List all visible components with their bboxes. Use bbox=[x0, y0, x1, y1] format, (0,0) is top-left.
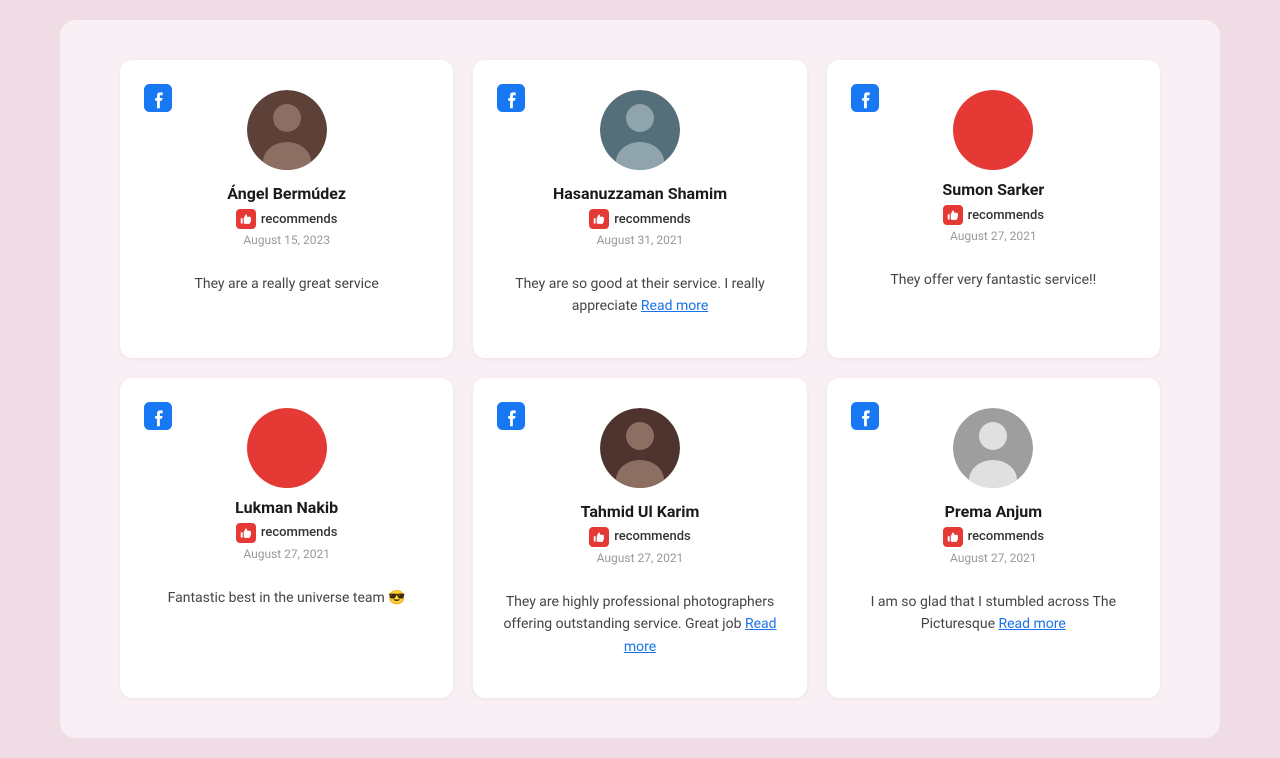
avatar-wrapper bbox=[953, 408, 1033, 492]
recommends-text: recommends bbox=[261, 212, 337, 227]
recommends-text: recommends bbox=[614, 212, 690, 227]
recommends-icon bbox=[589, 527, 609, 547]
card-top: Prema Anjum recommends August 27, 2021 bbox=[851, 408, 1136, 579]
user-name: Sumon Sarker bbox=[942, 180, 1044, 199]
card-top: Lukman Nakib recommends August 27, 2021 bbox=[144, 408, 429, 575]
facebook-icon-wrapper bbox=[851, 402, 879, 434]
card-top: Sumon Sarker recommends August 27, 2021 bbox=[851, 90, 1136, 257]
recommends-icon bbox=[589, 209, 609, 229]
avatar-wrapper bbox=[247, 90, 327, 174]
avatar-wrapper bbox=[600, 90, 680, 174]
review-body: I am so glad that I stumbled across The … bbox=[851, 591, 1136, 636]
facebook-icon-wrapper bbox=[144, 84, 172, 116]
recommends-row: recommends bbox=[236, 209, 337, 229]
review-body: They offer very fantastic service!! bbox=[890, 269, 1096, 291]
user-name: Ángel Bermúdez bbox=[227, 184, 346, 203]
review-date: August 27, 2021 bbox=[950, 551, 1037, 565]
facebook-icon-wrapper bbox=[144, 402, 172, 434]
reviews-container: Ángel Bermúdez recommends August 15, 202… bbox=[60, 20, 1220, 738]
recommends-text: recommends bbox=[968, 529, 1044, 544]
review-card-prema: Prema Anjum recommends August 27, 2021 I… bbox=[827, 378, 1160, 698]
review-body: They are so good at their service. I rea… bbox=[497, 273, 782, 318]
review-text: They offer very fantastic service!! bbox=[890, 272, 1096, 288]
review-card-angel: Ángel Bermúdez recommends August 15, 202… bbox=[120, 60, 453, 358]
read-more-link[interactable]: Read more bbox=[999, 616, 1066, 632]
recommends-text: recommends bbox=[614, 529, 690, 544]
facebook-icon-wrapper bbox=[851, 84, 879, 116]
review-date: August 15, 2023 bbox=[243, 233, 330, 247]
review-date: August 27, 2021 bbox=[243, 547, 330, 561]
reviews-grid: Ángel Bermúdez recommends August 15, 202… bbox=[120, 60, 1160, 698]
read-more-link[interactable]: Read more bbox=[641, 298, 708, 314]
avatar bbox=[600, 408, 680, 488]
user-name: Lukman Nakib bbox=[235, 498, 338, 517]
facebook-icon-wrapper bbox=[497, 402, 525, 434]
recommends-row: recommends bbox=[589, 209, 690, 229]
review-body: They are highly professional photographe… bbox=[497, 591, 782, 658]
review-card-hasanuzzaman: Hasanuzzaman Shamim recommends August 31… bbox=[473, 60, 806, 358]
recommends-row: recommends bbox=[943, 527, 1044, 547]
recommends-icon bbox=[236, 523, 256, 543]
review-body: Fantastic best in the universe team 😎 bbox=[168, 587, 406, 609]
avatar-wrapper bbox=[953, 90, 1033, 170]
review-text: They are highly professional photographe… bbox=[503, 594, 774, 632]
recommends-text: recommends bbox=[968, 208, 1044, 223]
avatar-wrapper bbox=[247, 408, 327, 488]
card-top: Ángel Bermúdez recommends August 15, 202… bbox=[144, 90, 429, 261]
review-date: August 27, 2021 bbox=[597, 551, 684, 565]
review-text: I am so glad that I stumbled across The … bbox=[871, 594, 1116, 632]
user-name: Hasanuzzaman Shamim bbox=[553, 184, 727, 203]
avatar bbox=[247, 90, 327, 170]
card-top: Tahmid Ul Karim recommends August 27, 20… bbox=[497, 408, 782, 579]
recommends-icon bbox=[943, 527, 963, 547]
avatar-wrapper bbox=[600, 408, 680, 492]
avatar bbox=[600, 90, 680, 170]
review-text: Fantastic best in the universe team 😎 bbox=[168, 590, 406, 606]
user-name: Prema Anjum bbox=[945, 502, 1043, 521]
review-date: August 31, 2021 bbox=[597, 233, 684, 247]
recommends-row: recommends bbox=[589, 527, 690, 547]
recommends-icon bbox=[236, 209, 256, 229]
review-text: They are a really great service bbox=[195, 276, 379, 292]
avatar bbox=[247, 408, 327, 488]
recommends-row: recommends bbox=[943, 205, 1044, 225]
recommends-icon bbox=[943, 205, 963, 225]
avatar bbox=[953, 90, 1033, 170]
user-name: Tahmid Ul Karim bbox=[581, 502, 700, 521]
avatar bbox=[953, 408, 1033, 488]
review-card-tahmid: Tahmid Ul Karim recommends August 27, 20… bbox=[473, 378, 806, 698]
review-body: They are a really great service bbox=[195, 273, 379, 295]
facebook-icon-wrapper bbox=[497, 84, 525, 116]
card-top: Hasanuzzaman Shamim recommends August 31… bbox=[497, 90, 782, 261]
recommends-row: recommends bbox=[236, 523, 337, 543]
review-card-sumon: Sumon Sarker recommends August 27, 2021 … bbox=[827, 60, 1160, 358]
review-date: August 27, 2021 bbox=[950, 229, 1037, 243]
recommends-text: recommends bbox=[261, 525, 337, 540]
review-card-lukman: Lukman Nakib recommends August 27, 2021 … bbox=[120, 378, 453, 698]
